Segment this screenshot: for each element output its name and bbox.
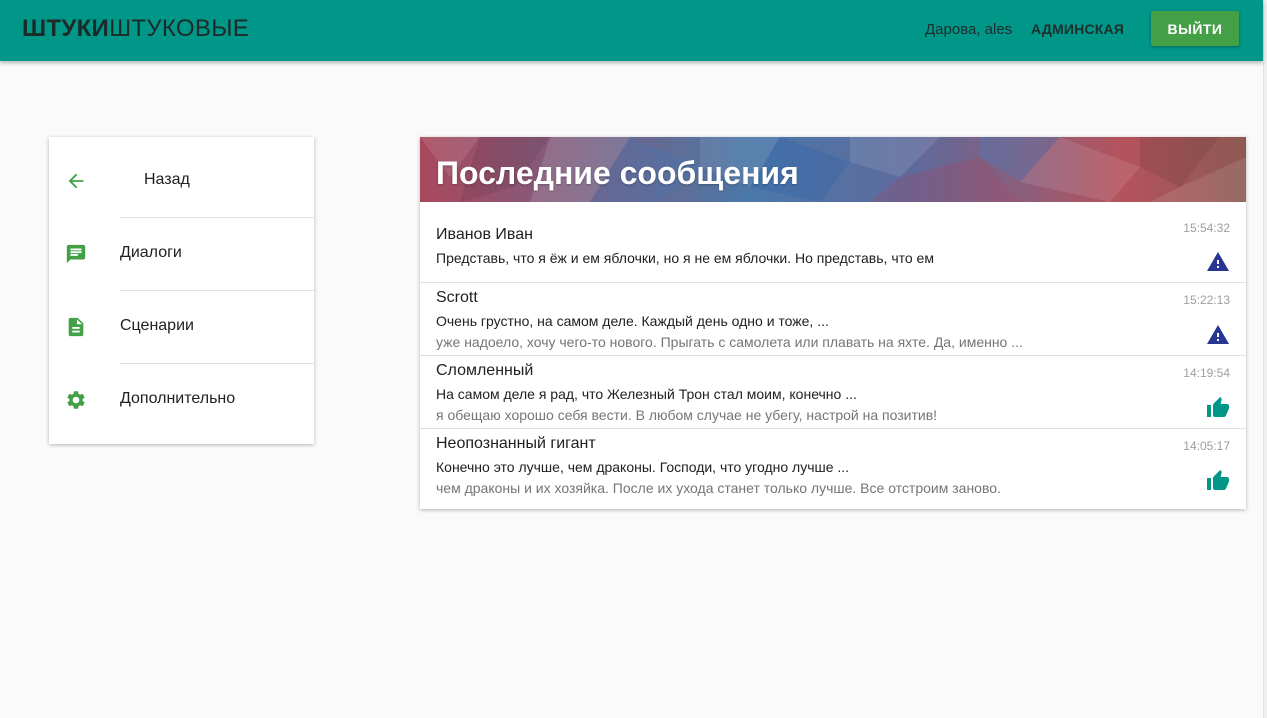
app-bar: ШТУКИШТУКОВЫЕ Дарова, ales АДМИНСКАЯ ВЫЙ… [0,0,1263,61]
warning-icon [1207,252,1229,271]
brand-logo[interactable]: ШТУКИШТУКОВЫЕ [22,15,249,43]
sidebar-item-dialogs[interactable]: Диалоги [49,217,314,289]
message-text: Очень грустно, на самом деле. Каждый ден… [436,313,829,329]
message-time: 15:54:32 [1183,221,1230,235]
message-text: Представь, что я ёж и ем яблочки, но я н… [436,250,934,266]
sidebar-item-label: Назад [144,171,190,188]
brand-bold: ШТУКИ [22,15,110,42]
document-icon [68,317,84,337]
brand-light: ШТУКОВЫЕ [109,15,250,42]
thumb-up-icon [1207,470,1229,490]
message-text-secondary: я обещаю хорошо себя вести. В любом случ… [436,407,938,423]
message-author: Сломленный [436,362,534,379]
arrow-back-icon [68,173,84,189]
gear-icon [67,391,85,409]
message-text-secondary: чем драконы и их хозяйка. После их ухода… [436,480,1001,496]
message-author: Неопознанный гигант [436,435,596,452]
page-scrollbar[interactable] [1263,0,1267,718]
sidebar-item-additional[interactable]: Дополнительно [49,363,314,435]
sidebar-item-back[interactable]: Назад [49,144,314,216]
message-item[interactable]: Сломленный На самом деле я рад, что Желе… [420,356,1246,428]
sidebar-item-scenarios[interactable]: Сценарии [49,290,314,362]
message-author: Scrott [436,289,478,306]
logout-button[interactable]: ВЫЙТИ [1151,11,1239,46]
warning-icon [1207,325,1229,344]
message-text-secondary: уже надоело, хочу чего-то нового. Прыгат… [436,334,1023,350]
message-author: Иванов Иван [436,226,533,243]
card-title: Последние сообщения [436,155,799,191]
sidebar-item-label: Диалоги [120,244,182,261]
thumb-up-icon [1207,397,1229,417]
message-time: 15:22:13 [1183,293,1230,307]
message-item[interactable]: Scrott Очень грустно, на самом деле. Каж… [420,283,1246,355]
sidebar-item-label: Дополнительно [120,390,236,407]
message-item[interactable]: Иванов Иван Представь, что я ёж и ем ябл… [420,202,1246,282]
admin-link[interactable]: АДМИНСКАЯ [1031,21,1124,37]
sidebar-nav: Назад Диалоги Сценарии Дополнительно [49,137,314,444]
message-text: На самом деле я рад, что Железный Трон с… [436,386,857,402]
user-greeting: Дарова, ales [925,21,1013,38]
message-item[interactable]: Неопознанный гигант Конечно это лучше, ч… [420,429,1246,509]
chat-icon [66,244,86,264]
recent-messages-card: Последние сообщения Иванов Иван Представ… [420,137,1246,509]
message-time: 14:19:54 [1183,366,1230,380]
card-banner: Последние сообщения [420,137,1246,202]
sidebar-item-label: Сценарии [120,317,194,334]
message-time: 14:05:17 [1183,439,1230,453]
message-text: Конечно это лучше, чем драконы. Господи,… [436,459,850,475]
